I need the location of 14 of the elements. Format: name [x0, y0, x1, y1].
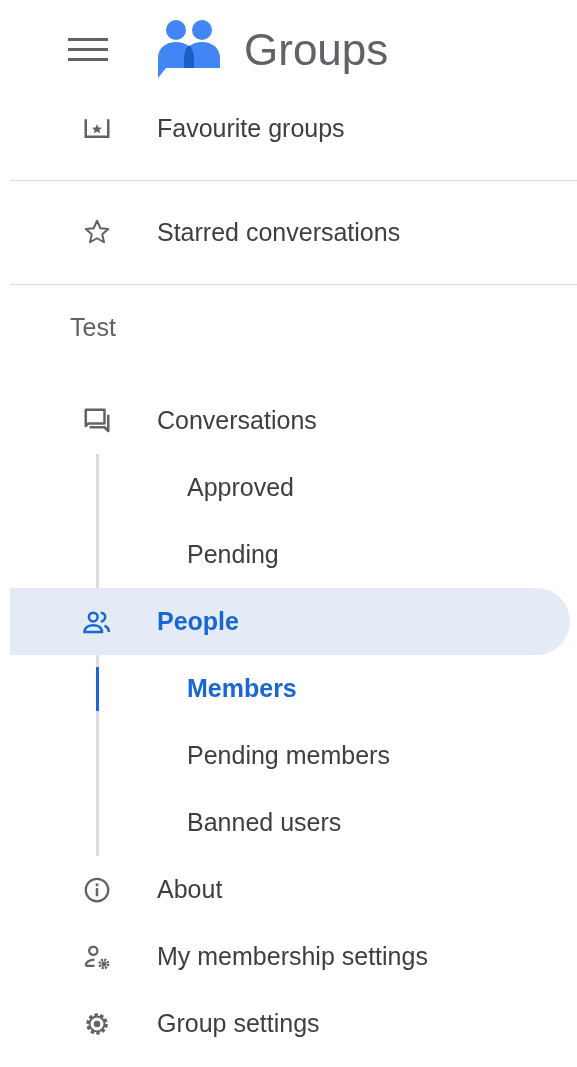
nav-item[interactable]: Starred conversations — [10, 206, 570, 258]
nav-item[interactable]: My membership settings — [10, 923, 570, 990]
nav-item[interactable]: Group settings — [10, 990, 570, 1057]
nav-item[interactable]: People — [10, 588, 570, 655]
nav-item[interactable]: Favourite groups — [10, 100, 570, 156]
nav-subitem[interactable]: Pending — [187, 540, 279, 569]
group-name: Test — [70, 313, 116, 341]
nav-subitem[interactable]: Approved — [187, 473, 295, 502]
nav-subitem[interactable]: Banned users — [187, 808, 342, 837]
nav-item[interactable]: Conversations — [10, 387, 570, 454]
nav-subitem[interactable]: Members — [187, 674, 297, 703]
app-title: Groups — [244, 25, 389, 75]
nav-item[interactable]: About — [10, 856, 570, 923]
nav-subitem[interactable]: Pending members — [187, 741, 390, 770]
